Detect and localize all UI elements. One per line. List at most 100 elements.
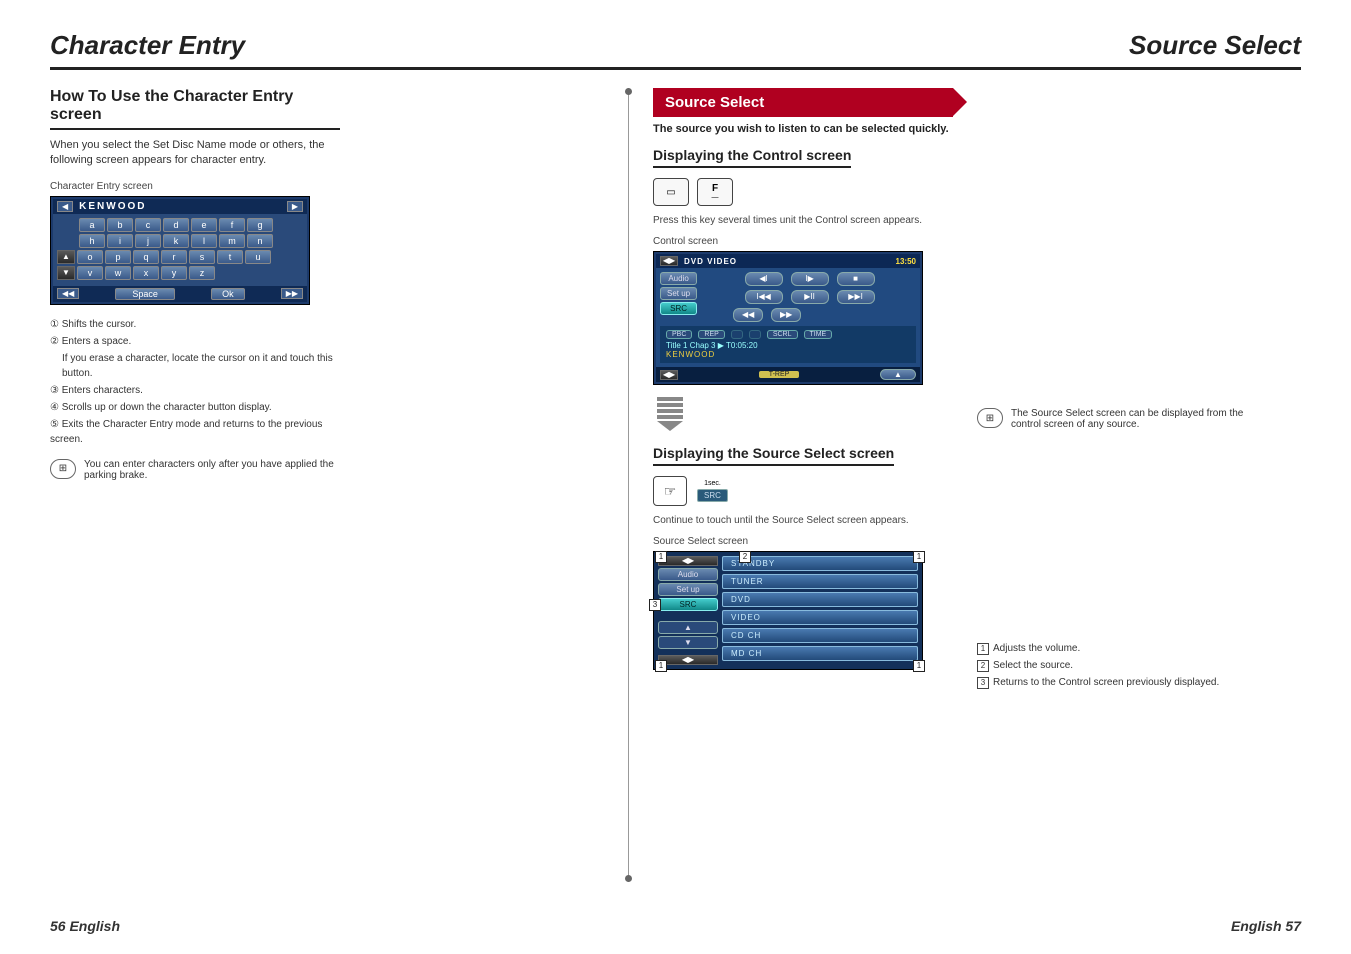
key-n[interactable]: n (247, 234, 273, 248)
ss-setup-button[interactable]: Set up (658, 583, 718, 596)
key-l[interactable]: l (191, 234, 217, 248)
key-t[interactable]: t (217, 250, 243, 264)
chip-time[interactable]: TIME (804, 330, 833, 339)
title-rule (50, 67, 1301, 70)
key-k[interactable]: k (163, 234, 189, 248)
note-icon: ⊞ (50, 459, 76, 479)
cs-play-pause[interactable]: ▶II (791, 290, 829, 304)
cs-brand: KENWOOD (666, 350, 910, 359)
ss-badge-1c: 1 (655, 660, 667, 672)
bottom-right-arrow[interactable]: ▶▶ (281, 288, 303, 299)
f-key-icon: F — (697, 178, 733, 206)
cs-info-line: Title 1 Chap 3 ▶ T0:05:20 (666, 341, 910, 350)
num-3: 3 (977, 677, 989, 689)
ss-badge-1a: 1 (655, 551, 667, 563)
display-control-heading: Displaying the Control screen (653, 147, 851, 168)
control-screen: ◀▶ DVD VIDEO 13:50 Audio Set up SRC ◀I (653, 251, 923, 385)
continue-touch-text: Continue to touch until the Source Selec… (653, 514, 953, 528)
cs-setup-button[interactable]: Set up (660, 287, 697, 300)
cs-next[interactable]: ▶▶I (837, 290, 875, 304)
press-key-text: Press this key several times unit the Co… (653, 214, 953, 228)
page-title-right: Source Select (1129, 30, 1301, 61)
key-z[interactable]: z (189, 266, 215, 280)
key-m[interactable]: m (219, 234, 245, 248)
key-v[interactable]: v (77, 266, 103, 280)
cs-ff[interactable]: ▶▶ (771, 308, 801, 322)
cs-audio-button[interactable]: Audio (660, 272, 697, 285)
ss-badge-2: 2 (739, 551, 751, 563)
key-b[interactable]: b (107, 218, 133, 232)
key-g[interactable]: g (247, 218, 273, 232)
char-entry-callouts: ① Shifts the cursor. ② Enters a space. I… (50, 317, 340, 447)
source-md-ch[interactable]: MD CH (722, 646, 918, 661)
char-entry-section-title: How To Use the Character Entry screen (50, 88, 340, 130)
source-standby[interactable]: STANDBY (722, 556, 918, 571)
chip-pbc[interactable]: PBC (666, 330, 692, 339)
source-select-header: Source Select (653, 88, 953, 117)
callout-1: ① Shifts the cursor. (50, 317, 340, 332)
scroll-down-button[interactable]: ▼ (57, 266, 75, 280)
key-j[interactable]: j (135, 234, 161, 248)
key-p[interactable]: p (105, 250, 131, 264)
num-2: 2 (977, 660, 989, 672)
ss-src-button[interactable]: SRC (658, 598, 718, 611)
chip-scrl[interactable]: SCRL (767, 330, 798, 339)
cursor-right-button[interactable]: ▶ (287, 201, 303, 212)
ss-vol-up[interactable]: ◀▶ (658, 556, 718, 566)
ss-badge-1d: 1 (913, 660, 925, 672)
ss-vol-down[interactable]: ◀▶ (658, 655, 718, 665)
page-title-left: Character Entry (50, 30, 245, 61)
ss-scroll-down[interactable]: ▼ (658, 636, 718, 649)
key-f[interactable]: f (219, 218, 245, 232)
cs-src-button[interactable]: SRC (660, 302, 697, 315)
cs-prev-frame[interactable]: ◀I (745, 272, 783, 286)
callout-5: ⑤ Exits the Character Entry mode and ret… (50, 417, 340, 447)
bottom-left-arrow[interactable]: ◀◀ (57, 288, 79, 299)
ss-audio-button[interactable]: Audio (658, 568, 718, 581)
key-d[interactable]: d (163, 218, 189, 232)
key-a[interactable]: a (79, 218, 105, 232)
cs-trep-indicator: T-REP (759, 371, 800, 378)
num-1: 1 (977, 643, 989, 655)
cs-title: DVD VIDEO (684, 257, 737, 266)
key-o[interactable]: o (77, 250, 103, 264)
source-dvd[interactable]: DVD (722, 592, 918, 607)
cs-next-frame[interactable]: I▶ (791, 272, 829, 286)
key-w[interactable]: w (105, 266, 131, 280)
cs-time: 13:50 (896, 257, 916, 266)
chip-blank1 (731, 330, 743, 339)
cs-vol-down[interactable]: ◀▶ (660, 370, 678, 380)
cursor-left-button[interactable]: ◀ (57, 201, 73, 212)
key-u[interactable]: u (245, 250, 271, 264)
screen-key-icon: ▭ (653, 178, 689, 206)
key-h[interactable]: h (79, 234, 105, 248)
touch-src-label: SRC (697, 489, 728, 502)
scroll-up-button[interactable]: ▲ (57, 250, 75, 264)
space-button[interactable]: Space (115, 288, 175, 300)
key-i[interactable]: i (107, 234, 133, 248)
callout-2: ② Enters a space. (50, 334, 340, 349)
cs-rew[interactable]: ◀◀ (733, 308, 763, 322)
cs-stop[interactable]: ■ (837, 272, 875, 286)
note-icon-2: ⊞ (977, 408, 1003, 428)
key-r[interactable]: r (161, 250, 187, 264)
key-q[interactable]: q (133, 250, 159, 264)
cs-up-arrow[interactable]: ▲ (880, 369, 916, 380)
control-screen-caption: Control screen (653, 236, 953, 247)
source-cd-ch[interactable]: CD CH (722, 628, 918, 643)
source-tuner[interactable]: TUNER (722, 574, 918, 589)
ok-button[interactable]: Ok (211, 288, 245, 300)
key-e[interactable]: e (191, 218, 217, 232)
cs-prev[interactable]: I◀◀ (745, 290, 783, 304)
key-x[interactable]: x (133, 266, 159, 280)
ss-scroll-up[interactable]: ▲ (658, 621, 718, 634)
key-c[interactable]: c (135, 218, 161, 232)
key-s[interactable]: s (189, 250, 215, 264)
key-y[interactable]: y (161, 266, 187, 280)
source-select-screen: ◀▶ Audio Set up SRC ▲ ▼ ◀▶ STANDBY TUNER… (653, 551, 923, 670)
source-video[interactable]: VIDEO (722, 610, 918, 625)
chip-rep[interactable]: REP (698, 330, 724, 339)
ss-callout-3: 3Returns to the Control screen previousl… (977, 674, 1257, 691)
char-entry-caption: Character Entry screen (50, 181, 340, 192)
cs-vol-up[interactable]: ◀▶ (660, 256, 678, 266)
